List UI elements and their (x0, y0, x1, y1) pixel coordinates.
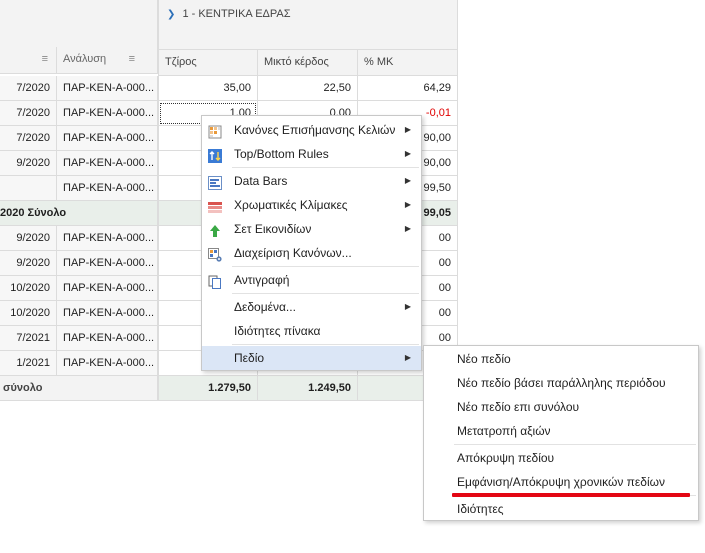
submenu-item-label: Νέο πεδίο (457, 352, 511, 366)
menu-item-label: Αντιγραφή (234, 273, 290, 287)
grand-total-gross-profit[interactable]: 1.249,50 (258, 376, 358, 401)
cell-highlight-rules-icon (208, 123, 222, 139)
menu-item-label: Ιδιότητες πίνακα (234, 324, 321, 338)
row-analysis-cell[interactable]: ΠΑΡ-ΚΕΝ-Α-000... (57, 176, 158, 201)
row-date-cell[interactable]: 9/2020 (0, 226, 57, 251)
row-date-cell[interactable]: 7/2020 (0, 101, 57, 126)
value-cell-turnover[interactable]: 35,00 (158, 76, 258, 101)
column-header-turnover[interactable]: Τζίρος (158, 50, 258, 76)
submenu-item-label: Νέο πεδίο βάσει παράλληλης περιόδου (457, 376, 666, 390)
row-date-cell[interactable] (0, 176, 57, 201)
row-date-cell[interactable]: 10/2020 (0, 301, 57, 326)
row-analysis-cell[interactable]: ΠΑΡ-ΚΕΝ-Α-000... (57, 126, 158, 151)
submenu-item-new-field-parallel-period[interactable]: Νέο πεδίο βάσει παράλληλης περιόδου (424, 371, 698, 395)
data-bars-icon (208, 174, 222, 190)
column-group-header[interactable]: ❯ 1 - ΚΕΝΤΡΙΚΑ ΕΔΡΑΣ (158, 0, 458, 50)
submenu-item-new-field[interactable]: Νέο πεδίο (424, 347, 698, 371)
menu-item-label: Data Bars (234, 174, 288, 188)
analysis-header-label: Ανάλυση (63, 53, 107, 65)
menu-item-data-bars[interactable]: Data Bars ▶ (202, 169, 421, 193)
filter-icon[interactable]: ≡ (42, 47, 48, 71)
submenu-item-label: Μετατροπή αξιών (457, 424, 551, 438)
submenu-item-convert-values[interactable]: Μετατροπή αξιών (424, 419, 698, 443)
chevron-right-icon[interactable]: ❯ (167, 9, 175, 20)
menu-item-copy[interactable]: Αντιγραφή (202, 268, 421, 292)
red-annotation-underline (452, 493, 690, 497)
menu-item-label: Top/Bottom Rules (234, 147, 329, 161)
row-date-cell[interactable]: 7/2021 (0, 326, 57, 351)
menu-item-label: Κανόνες Επισήμανσης Κελιών (234, 123, 396, 137)
icon-sets-icon (208, 222, 222, 237)
grand-total-label[interactable]: σύνολο (0, 376, 158, 401)
menu-item-table-properties[interactable]: Ιδιότητες πίνακα (202, 319, 421, 343)
grand-total-turnover[interactable]: 1.279,50 (158, 376, 258, 401)
menu-item-label: Σετ Εικονιδίων (234, 222, 312, 236)
menu-item-label: Διαχείριση Κανόνων... (234, 246, 352, 260)
column-header-gross-margin[interactable]: % ΜΚ (358, 50, 458, 76)
color-scales-icon (208, 198, 222, 213)
row-analysis-cell[interactable]: ΠΑΡ-ΚΕΝ-Α-000... (57, 151, 158, 176)
submenu-item-toggle-time-fields[interactable]: Εμφάνιση/Απόκρυψη χρονικών πεδίων (424, 470, 698, 494)
menu-item-field[interactable]: Πεδίο ▶ (202, 346, 421, 370)
submenu-item-label: Εμφάνιση/Απόκρυψη χρονικών πεδίων (457, 475, 665, 489)
row-analysis-cell[interactable]: ΠΑΡ-ΚΕΝ-Α-000... (57, 101, 158, 126)
submenu-item-new-field-on-total[interactable]: Νέο πεδίο επι συνόλου (424, 395, 698, 419)
submenu-item-label: Ιδιότητες (457, 502, 504, 516)
group-header-label: 1 - ΚΕΝΤΡΙΚΑ ΕΔΡΑΣ (182, 8, 291, 20)
submenu-arrow-icon: ▶ (404, 149, 411, 158)
row-analysis-cell[interactable]: ΠΑΡ-ΚΕΝ-Α-000... (57, 251, 158, 276)
submenu-arrow-icon: ▶ (404, 353, 411, 362)
submenu-item-label: Απόκρυψη πεδίου (457, 451, 555, 465)
menu-item-label: Πεδίο (234, 351, 265, 365)
submenu-arrow-icon: ▶ (404, 200, 411, 209)
row-field-header-date[interactable]: ≡ (0, 47, 57, 74)
menu-separator (232, 266, 419, 267)
submenu-arrow-icon: ▶ (404, 302, 411, 311)
menu-separator (454, 444, 696, 445)
menu-item-label: Χρωματικές Κλίμακες (234, 198, 348, 212)
filter-icon[interactable]: ≡ (129, 47, 135, 71)
row-date-cell[interactable]: 1/2021 (0, 351, 57, 376)
row-date-cell[interactable]: 10/2020 (0, 276, 57, 301)
row-analysis-cell[interactable]: ΠΑΡ-ΚΕΝ-Α-000... (57, 351, 158, 376)
submenu-arrow-icon: ▶ (404, 224, 411, 233)
submenu-item-label: Νέο πεδίο επι συνόλου (457, 400, 580, 414)
manage-rules-icon (208, 246, 222, 262)
copy-icon (208, 273, 222, 289)
row-header-filter-area (0, 0, 158, 47)
menu-item-manage-rules[interactable]: Διαχείριση Κανόνων... (202, 241, 421, 265)
row-analysis-cell[interactable]: ΠΑΡ-ΚΕΝ-Α-000... (57, 226, 158, 251)
menu-separator (232, 167, 419, 168)
row-date-cell[interactable]: 9/2020 (0, 151, 57, 176)
row-field-header-analysis[interactable]: Ανάλυση ≡ (57, 47, 158, 74)
submenu-item-hide-field[interactable]: Απόκρυψη πεδίου (424, 446, 698, 470)
menu-item-label: Δεδομένα... (234, 300, 296, 314)
menu-item-color-scales[interactable]: Χρωματικές Κλίμακες ▶ (202, 193, 421, 217)
row-analysis-cell[interactable]: ΠΑΡ-ΚΕΝ-Α-000... (57, 76, 158, 101)
row-date-cell[interactable]: 9/2020 (0, 251, 57, 276)
context-menu: Κανόνες Επισήμανσης Κελιών ▶ Top/Bottom … (201, 115, 422, 371)
submenu-arrow-icon: ▶ (404, 125, 411, 134)
row-analysis-cell[interactable]: ΠΑΡ-ΚΕΝ-Α-000... (57, 301, 158, 326)
submenu-arrow-icon: ▶ (404, 176, 411, 185)
menu-item-cell-highlight-rules[interactable]: Κανόνες Επισήμανσης Κελιών ▶ (202, 118, 421, 142)
value-cell-gross-profit[interactable]: 22,50 (258, 76, 358, 101)
menu-item-top-bottom-rules[interactable]: Top/Bottom Rules ▶ (202, 142, 421, 166)
row-date-cell[interactable]: 7/2020 (0, 126, 57, 151)
submenu-item-properties[interactable]: Ιδιότητες (424, 497, 698, 521)
row-analysis-cell[interactable]: ΠΑΡ-ΚΕΝ-Α-000... (57, 276, 158, 301)
menu-item-data[interactable]: Δεδομένα... ▶ (202, 295, 421, 319)
menu-item-icon-sets[interactable]: Σετ Εικονιδίων ▶ (202, 217, 421, 241)
row-analysis-cell[interactable]: ΠΑΡ-ΚΕΝ-Α-000... (57, 326, 158, 351)
subtotal-label[interactable]: 2020 Σύνολο (0, 201, 158, 226)
menu-separator (232, 344, 419, 345)
menu-separator (232, 293, 419, 294)
value-cell-gross-margin[interactable]: 64,29 (358, 76, 458, 101)
column-header-gross-profit[interactable]: Μικτό κέρδος (258, 50, 358, 76)
row-date-cell[interactable]: 7/2020 (0, 76, 57, 101)
top-bottom-rules-icon (208, 147, 222, 163)
